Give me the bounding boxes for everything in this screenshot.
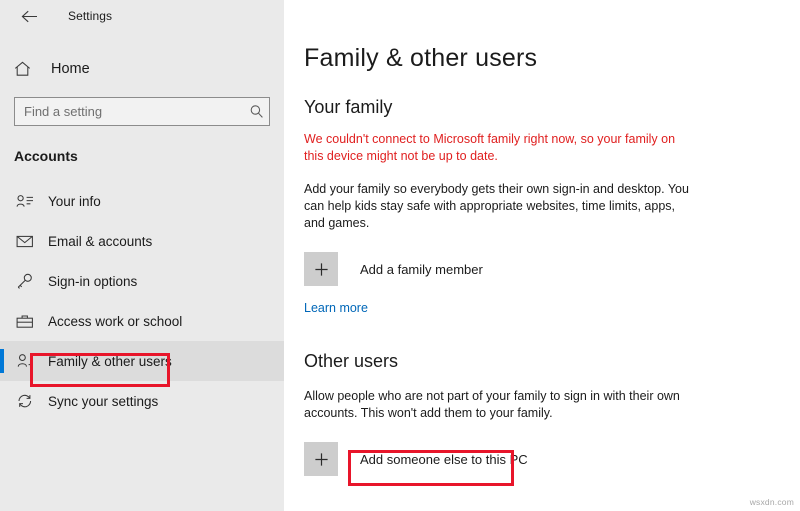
briefcase-icon (14, 314, 36, 329)
user-add-icon (14, 353, 36, 369)
plus-icon (304, 442, 338, 476)
main-content: Family & other users Your family We coul… (284, 0, 800, 511)
sidebar-item-label: Sync your settings (48, 393, 159, 409)
sidebar-item-sync-your-settings[interactable]: Sync your settings (0, 381, 284, 421)
sidebar-item-label: Email & accounts (48, 233, 153, 249)
sidebar-item-label: Access work or school (48, 313, 183, 329)
page-title: Family & other users (304, 44, 538, 72)
sidebar-item-your-info[interactable]: Your info (0, 181, 284, 221)
sidebar: Settings Home Accounts (0, 0, 284, 511)
sidebar-category-title: Accounts (14, 148, 78, 164)
home-label: Home (51, 61, 90, 77)
search-box[interactable] (14, 97, 270, 126)
add-someone-else-button[interactable]: Add someone else to this PC (304, 442, 704, 476)
add-family-member-button[interactable]: Add a family member (304, 252, 704, 286)
plus-icon (304, 252, 338, 286)
sidebar-item-label: Family & other users (48, 353, 172, 369)
title-bar: Settings (0, 0, 284, 32)
other-users-section: Other users Allow people who are not par… (304, 351, 704, 476)
home-icon (14, 61, 40, 77)
sidebar-item-label: Your info (48, 193, 101, 209)
sidebar-item-email-accounts[interactable]: Email & accounts (0, 221, 284, 261)
sidebar-item-home[interactable]: Home (0, 52, 284, 86)
sidebar-item-sign-in-options[interactable]: Sign-in options (0, 261, 284, 301)
add-someone-else-label: Add someone else to this PC (360, 451, 528, 467)
add-family-member-label: Add a family member (360, 261, 483, 277)
app-title: Settings (68, 9, 113, 23)
other-users-description: Allow people who are not part of your fa… (304, 389, 680, 420)
search-icon[interactable] (243, 104, 269, 119)
back-arrow-icon[interactable] (14, 3, 44, 29)
other-users-heading: Other users (304, 351, 399, 371)
sidebar-item-access-work-school[interactable]: Access work or school (0, 301, 284, 341)
selection-accent-bar (0, 349, 4, 373)
key-icon (14, 273, 36, 289)
learn-more-link[interactable]: Learn more (304, 301, 368, 315)
search-input[interactable] (15, 98, 243, 125)
sidebar-nav: Your info Email & accounts Sign-in optio… (0, 181, 284, 421)
user-info-icon (14, 194, 36, 209)
sync-icon (14, 393, 36, 409)
sidebar-item-family-other-users[interactable]: Family & other users (0, 341, 284, 381)
your-family-heading: Your family (304, 97, 393, 117)
sidebar-item-label: Sign-in options (48, 273, 138, 289)
family-connection-error: We couldn't connect to Microsoft family … (304, 132, 676, 163)
watermark: wsxdn.com (749, 497, 794, 507)
settings-window: Settings Home Accounts (0, 0, 800, 511)
your-family-description: Add your family so everybody gets their … (304, 182, 689, 230)
envelope-icon (14, 234, 36, 248)
